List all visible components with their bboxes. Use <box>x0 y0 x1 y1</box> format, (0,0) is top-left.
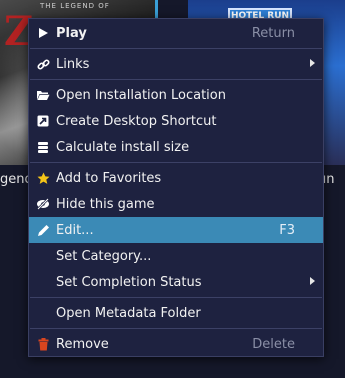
menu-item-label: Open Installation Location <box>56 87 226 103</box>
menu-item-set-completion-status[interactable]: Set Completion Status <box>29 269 323 295</box>
menu-separator <box>30 297 322 298</box>
database-icon <box>36 140 50 154</box>
menu-item-label: Set Completion Status <box>56 274 202 290</box>
context-menu: Play Return Links Open Installation Loca… <box>28 18 324 357</box>
menu-item-remove[interactable]: Remove Delete <box>29 331 323 357</box>
pencil-icon <box>36 223 50 237</box>
menu-item-links[interactable]: Links <box>29 51 323 77</box>
external-link-icon <box>36 114 50 128</box>
menu-item-set-category[interactable]: Set Category... <box>29 243 323 269</box>
menu-separator <box>30 162 322 163</box>
menu-item-create-desktop-shortcut[interactable]: Create Desktop Shortcut <box>29 108 323 134</box>
menu-item-hide-this-game[interactable]: Hide this game <box>29 191 323 217</box>
star-icon <box>36 171 50 185</box>
submenu-arrow-icon <box>310 59 315 67</box>
menu-item-label: Links <box>56 56 90 72</box>
menu-separator <box>30 79 322 80</box>
submenu-arrow-icon <box>310 277 315 285</box>
menu-item-open-installation-location[interactable]: Open Installation Location <box>29 82 323 108</box>
play-icon <box>36 26 50 40</box>
menu-item-open-metadata-folder[interactable]: Open Metadata Folder <box>29 300 323 326</box>
menu-item-add-to-favorites[interactable]: Add to Favorites <box>29 165 323 191</box>
menu-item-label: Hide this game <box>56 196 155 212</box>
menu-item-label: Edit... <box>56 222 94 238</box>
menu-item-shortcut: Return <box>251 25 295 41</box>
link-icon <box>36 57 50 71</box>
trash-icon <box>36 337 50 351</box>
menu-item-edit[interactable]: Edit... F3 <box>29 217 323 243</box>
menu-item-shortcut: Delete <box>252 336 295 352</box>
menu-separator <box>30 48 322 49</box>
menu-item-label: Calculate install size <box>56 139 190 155</box>
menu-item-shortcut: F3 <box>279 222 295 238</box>
folder-open-icon <box>36 88 50 102</box>
menu-item-label: Add to Favorites <box>56 170 162 186</box>
menu-item-calculate-install-size[interactable]: Calculate install size <box>29 134 323 160</box>
menu-item-label: Open Metadata Folder <box>56 305 201 321</box>
menu-item-label: Set Category... <box>56 248 152 264</box>
menu-item-play[interactable]: Play Return <box>29 20 323 46</box>
menu-item-label: Create Desktop Shortcut <box>56 113 217 129</box>
eye-slash-icon <box>36 197 50 211</box>
menu-item-label: Play <box>56 25 87 41</box>
menu-item-label: Remove <box>56 336 109 352</box>
menu-separator <box>30 328 322 329</box>
game-cover-subtext: THE LEGEND OF <box>40 2 110 10</box>
